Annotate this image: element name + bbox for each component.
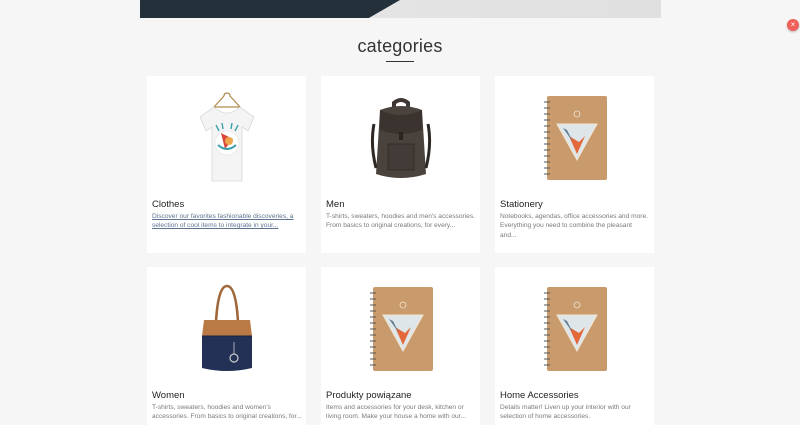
category-image[interactable] — [495, 275, 654, 385]
category-description: Notebooks, agendas, office accessories a… — [500, 213, 648, 239]
category-description: Details matter! Liven up your interior w… — [500, 404, 631, 421]
category-image[interactable] — [147, 84, 306, 194]
category-description[interactable]: Discover our favorites fashionable disco… — [152, 212, 302, 231]
close-icon[interactable]: × — [787, 19, 799, 31]
title-underline — [386, 61, 414, 62]
category-description: Items and accessories for your desk, kit… — [326, 404, 467, 421]
category-card-women[interactable]: Women T-shirts, sweaters, hoodies and wo… — [147, 267, 306, 425]
notebook-icon — [543, 96, 607, 180]
category-title[interactable]: Produkty powiązane — [326, 390, 412, 401]
backpack-icon — [370, 98, 431, 178]
category-card-men[interactable]: Men T-shirts, sweaters, hoodies and men'… — [321, 76, 480, 253]
category-card-related-products[interactable]: Produkty powiązane Items and accessories… — [321, 267, 480, 425]
section-title: categories — [357, 36, 443, 56]
category-image[interactable] — [495, 84, 654, 194]
category-title[interactable]: Clothes — [152, 199, 184, 210]
category-card-home-accessories[interactable]: Home Accessories Details matter! Liven u… — [495, 267, 654, 425]
tshirt-icon — [199, 92, 254, 182]
category-grid: Clothes Discover our favorites fashionab… — [147, 76, 654, 425]
category-title[interactable]: Stationery — [500, 199, 543, 210]
category-card-clothes[interactable]: Clothes Discover our favorites fashionab… — [147, 76, 306, 253]
category-description: T-shirts, sweaters, hoodies and women's … — [152, 404, 302, 421]
category-image[interactable] — [321, 84, 480, 194]
notebook-icon — [369, 287, 433, 371]
notebook-icon — [543, 287, 607, 371]
tote-bag-icon — [201, 284, 252, 371]
category-image[interactable] — [147, 275, 306, 385]
category-title[interactable]: Home Accessories — [500, 390, 579, 401]
category-title[interactable]: Men — [326, 199, 344, 210]
category-title[interactable]: Women — [152, 390, 185, 401]
category-description: T-shirts, sweaters, hoodies and men's ac… — [326, 213, 475, 230]
category-image[interactable] — [321, 275, 480, 385]
hero-slant — [308, 0, 400, 18]
hero-banner-strip — [140, 0, 661, 18]
category-card-stationery[interactable]: Stationery Notebooks, agendas, office ac… — [495, 76, 654, 253]
